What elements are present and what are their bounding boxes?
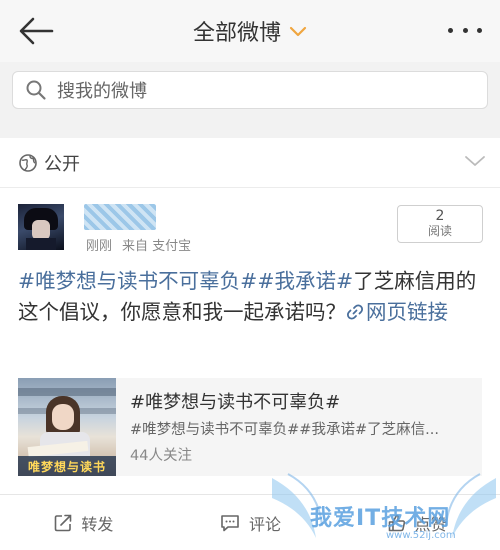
back-button[interactable] bbox=[16, 14, 56, 48]
more-dot bbox=[448, 27, 453, 33]
more-dot bbox=[477, 27, 482, 33]
search-input[interactable]: 搜我的微博 bbox=[12, 71, 488, 109]
post-source: 来自 支付宝 bbox=[122, 239, 192, 254]
comment-icon bbox=[221, 514, 239, 531]
top-bar: 全部微博 bbox=[0, 0, 500, 62]
post-body: #唯梦想与读书不可辜负##我承诺#了芝麻信用的这个倡议，你愿意和我一起承诺吗？网… bbox=[18, 266, 488, 328]
comment-button[interactable]: 评论 bbox=[167, 495, 334, 550]
search-placeholder: 搜我的微博 bbox=[57, 81, 147, 102]
more-button[interactable] bbox=[448, 20, 482, 40]
thumbs-up-icon bbox=[388, 514, 405, 531]
chevron-down-icon bbox=[465, 156, 485, 166]
avatar[interactable] bbox=[18, 204, 64, 250]
like-button[interactable]: 点赞 bbox=[333, 495, 500, 550]
read-label: 阅读 bbox=[427, 224, 452, 238]
read-count-badge[interactable]: 2 阅读 bbox=[397, 205, 483, 243]
avatar-face bbox=[32, 220, 50, 240]
like-label: 点赞 bbox=[414, 514, 447, 534]
search-area: 搜我的微博 bbox=[0, 62, 500, 120]
weibo-post: 刚刚 来自 支付宝 2 阅读 #唯梦想与读书不可辜负##我承诺#了芝麻信用的这个… bbox=[0, 188, 500, 494]
topic-subtitle: #唯梦想与读书不可辜负##我承诺#了芝麻信... bbox=[130, 422, 439, 438]
thumb-person-face bbox=[52, 404, 74, 430]
post-time: 刚刚 bbox=[86, 239, 113, 254]
repost-label: 转发 bbox=[81, 514, 114, 534]
thumb-banner: 唯梦想与读书 bbox=[18, 456, 116, 476]
read-count: 2 bbox=[435, 208, 445, 224]
search-icon bbox=[26, 80, 46, 100]
visibility-label: 公开 bbox=[44, 153, 80, 175]
globe-icon bbox=[19, 153, 37, 172]
post-action-bar: 转发 评论 点赞 bbox=[0, 495, 500, 550]
visibility-selector[interactable]: 公开 bbox=[0, 138, 500, 188]
section-divider bbox=[0, 120, 500, 138]
topic-thumbnail: 唯梦想与读书 bbox=[18, 378, 116, 476]
topic-followers: 44人关注 bbox=[130, 448, 192, 464]
timeline-filter-dropdown[interactable]: 全部微博 bbox=[193, 15, 307, 47]
arrow-left-icon bbox=[19, 17, 54, 45]
repost-icon bbox=[55, 514, 72, 531]
thumb-banner-text: 唯梦想与读书 bbox=[27, 459, 106, 474]
thumb-shelf bbox=[18, 388, 116, 396]
web-link-label: 网页链接 bbox=[366, 300, 448, 324]
post-meta: 刚刚 来自 支付宝 bbox=[86, 235, 191, 254]
chevron-down-icon bbox=[289, 26, 307, 37]
username-redacted[interactable] bbox=[84, 204, 156, 230]
topic-title: #唯梦想与读书不可辜负# bbox=[130, 392, 341, 413]
more-dot bbox=[462, 27, 468, 33]
page-title: 全部微博 bbox=[192, 21, 281, 46]
avatar-body bbox=[26, 238, 56, 250]
hashtag-link[interactable]: #我承诺# bbox=[257, 269, 353, 293]
repost-button[interactable]: 转发 bbox=[0, 495, 167, 550]
topic-card[interactable]: 唯梦想与读书 #唯梦想与读书不可辜负# #唯梦想与读书不可辜负##我承诺#了芝麻… bbox=[18, 378, 482, 476]
link-icon bbox=[346, 304, 364, 320]
hashtag-link[interactable]: #唯梦想与读书不可辜负# bbox=[18, 269, 257, 293]
comment-label: 评论 bbox=[249, 514, 282, 534]
web-link[interactable]: 网页链接 bbox=[346, 300, 448, 324]
